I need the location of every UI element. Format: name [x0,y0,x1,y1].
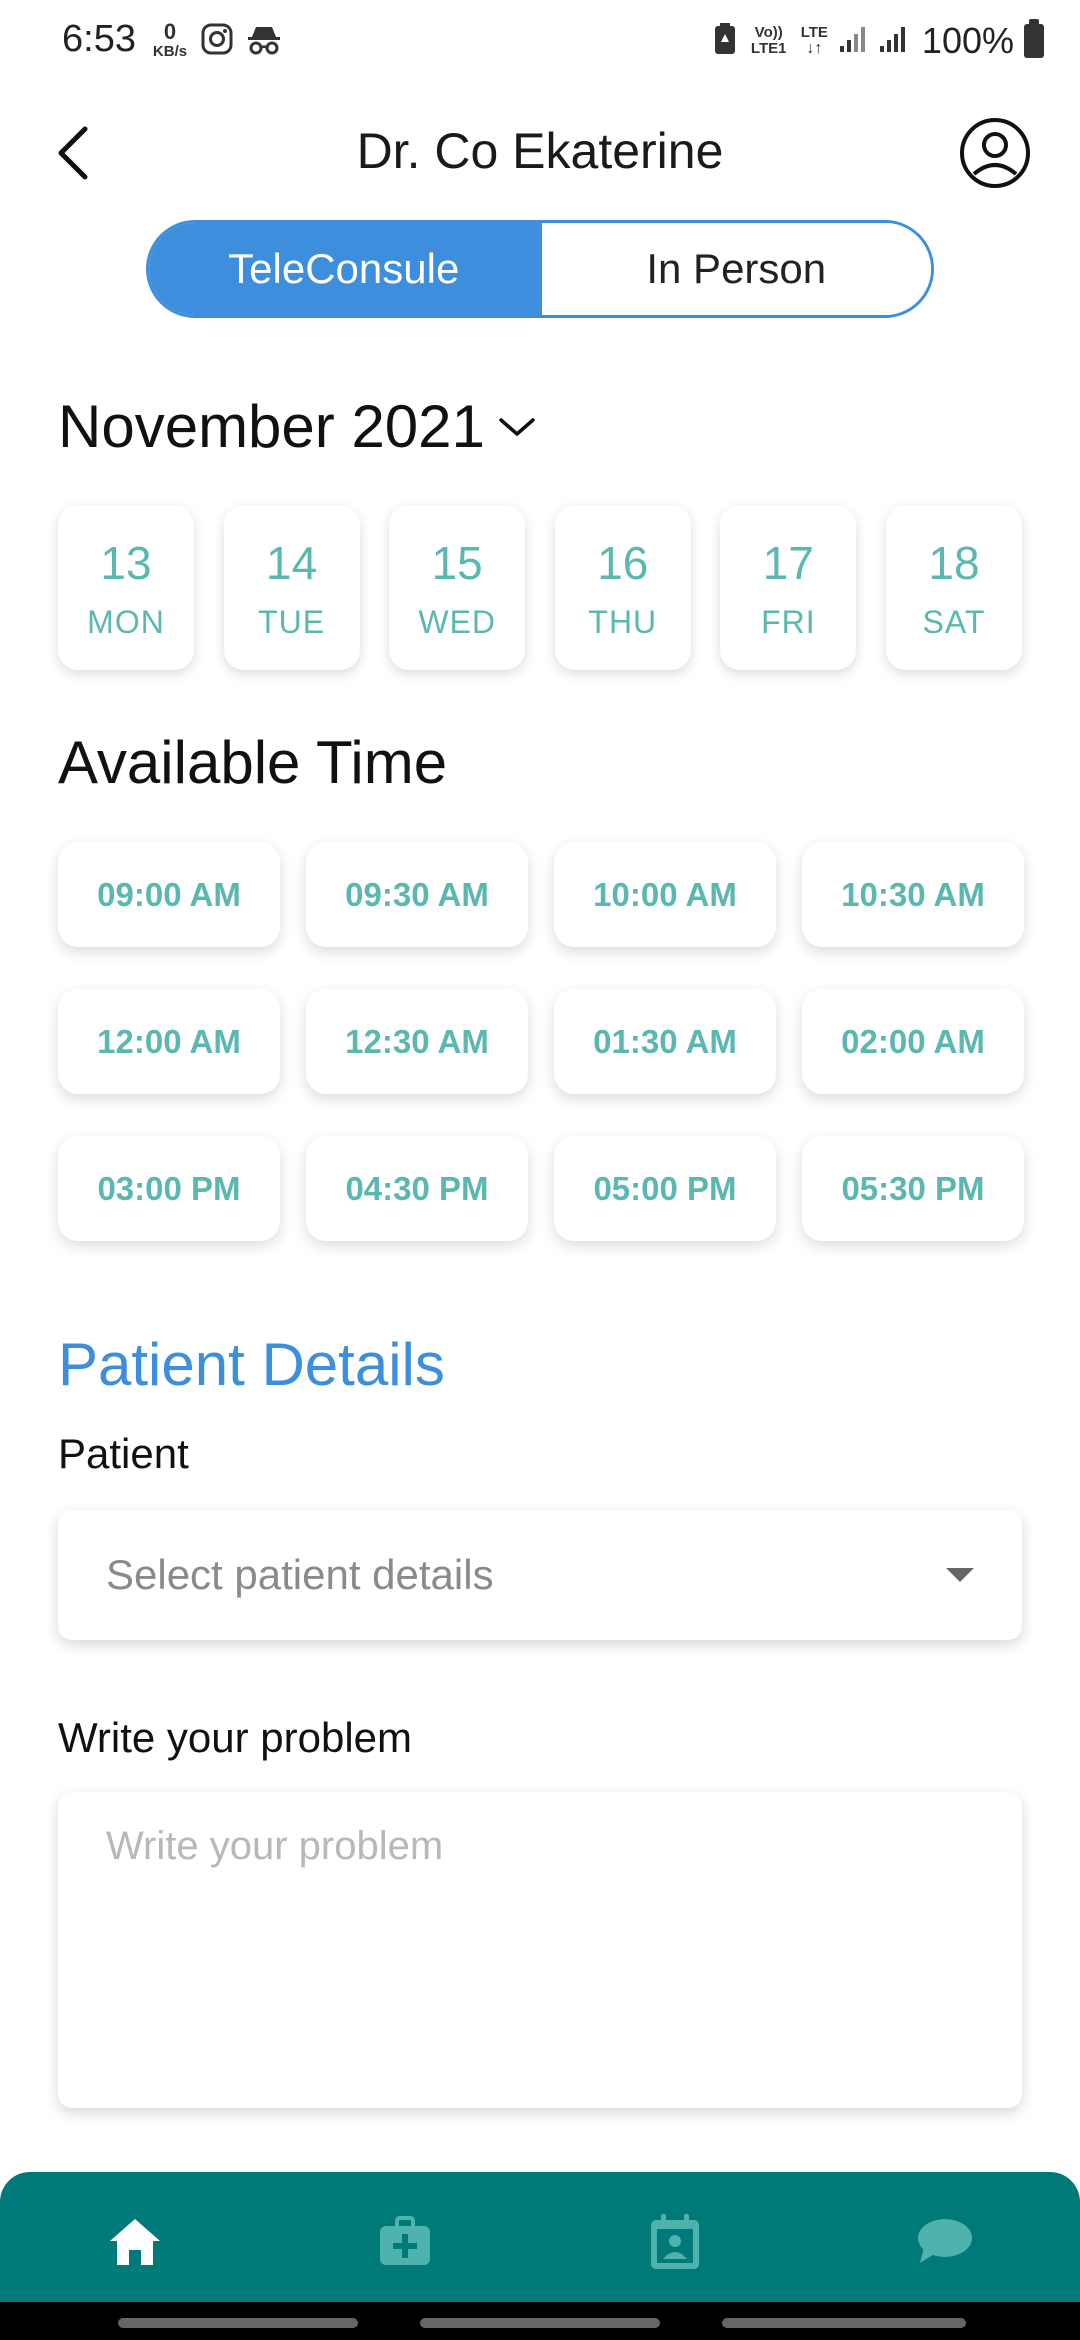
date-weekday: SAT [922,604,986,640]
status-time: 6:53 [62,18,136,60]
date-card[interactable]: 17 FRI [720,505,857,670]
time-slot[interactable]: 10:30 AM [802,842,1024,947]
consult-type-toggle: TeleConsule In Person [146,220,934,318]
recent-apps-gesture[interactable] [118,2318,358,2328]
time-slot[interactable]: 09:30 AM [306,842,528,947]
instagram-icon [200,22,234,61]
home-gesture[interactable] [420,2318,660,2328]
date-card[interactable]: 15 WED [389,505,526,670]
date-number: 13 [100,537,152,589]
nav-medical[interactable] [270,2172,540,2302]
patient-label: Patient [58,1430,189,1477]
patient-select[interactable]: Select patient details [58,1510,1022,1640]
net-speed-unit: KB/s [152,43,188,60]
date-weekday: FRI [761,604,816,640]
time-slot-grid: 09:00 AM 09:30 AM 10:00 AM 10:30 AM 12:0… [58,842,1024,1241]
date-weekday: WED [418,604,497,640]
date-number: 15 [431,537,483,589]
date-card[interactable]: 18 SAT [885,505,1022,670]
date-number: 14 [266,537,318,589]
time-slot[interactable]: 05:30 PM [802,1136,1024,1241]
page-title: Dr. Co Ekaterine [356,123,724,179]
medical-kit-icon [380,2216,430,2265]
battery-percent: 100% [921,20,1014,61]
time-slot[interactable]: 12:30 AM [306,989,528,1094]
system-gesture-bar [0,2302,1080,2340]
patient-details-heading: Patient Details [58,1331,445,1398]
data-arrows-icon: ↓↑ [806,40,823,57]
in-person-option[interactable]: In Person [538,223,931,315]
signal-strength-1-icon [838,24,868,59]
time-slot[interactable]: 09:00 AM [58,842,280,947]
calendar-contact-icon [651,2214,699,2269]
net-speed-value: 0 [163,19,177,44]
user-avatar-icon [960,118,1030,188]
nav-chat[interactable] [810,2172,1080,2302]
back-gesture[interactable] [722,2318,966,2328]
signal-strength-2-icon [878,24,908,59]
patient-select-value: Select patient details [106,1551,494,1598]
date-card[interactable]: 16 THU [554,505,691,670]
date-number: 17 [762,537,814,589]
status-bar: 6:53 0 KB/s Vo)) LTE1 LTE ↓↑ 100% [0,0,1080,80]
battery-saver-icon [713,22,737,61]
problem-textarea[interactable] [58,1792,1022,2108]
time-slot[interactable]: 12:00 AM [58,989,280,1094]
home-icon [110,2219,160,2265]
time-slot[interactable]: 01:30 AM [554,989,776,1094]
bottom-nav [0,2172,1080,2302]
nav-home[interactable] [0,2172,270,2302]
month-selector[interactable]: November 2021 [58,392,537,461]
date-card[interactable]: 14 TUE [223,505,360,670]
time-slot[interactable]: 10:00 AM [554,842,776,947]
date-weekday: TUE [258,604,326,640]
status-right-group: Vo)) LTE1 LTE ↓↑ 100% [713,16,1044,66]
nav-appointments[interactable] [540,2172,810,2302]
available-time-heading: Available Time [58,729,448,796]
volte-indicator: Vo)) LTE1 [750,24,787,57]
time-slot[interactable]: 05:00 PM [554,1136,776,1241]
caret-down-icon [946,1568,974,1582]
date-number: 18 [928,537,980,589]
incognito-icon [246,22,282,63]
battery-icon [1024,19,1044,58]
date-card[interactable]: 13 MON [58,505,194,670]
chevron-down-icon [499,417,535,436]
time-slot[interactable]: 03:00 PM [58,1136,280,1241]
date-weekday: MON [87,604,165,640]
teleconsult-option[interactable]: TeleConsule [149,223,539,315]
time-slot[interactable]: 04:30 PM [306,1136,528,1241]
date-weekday: THU [588,604,658,640]
chat-bubble-icon [918,2219,972,2263]
net-speed-indicator: 0 KB/s [150,20,190,60]
lte-label: LTE [800,24,828,41]
profile-button[interactable] [958,116,1032,190]
month-label: November 2021 [58,393,485,460]
lte-indicator: LTE ↓↑ [801,25,828,57]
date-number: 16 [597,537,649,589]
time-slot[interactable]: 02:00 AM [802,989,1024,1094]
problem-label: Write your problem [58,1714,413,1761]
date-strip: 13 MON 14 TUE 15 WED 16 THU 17 FRI 18 SA… [58,505,1022,670]
